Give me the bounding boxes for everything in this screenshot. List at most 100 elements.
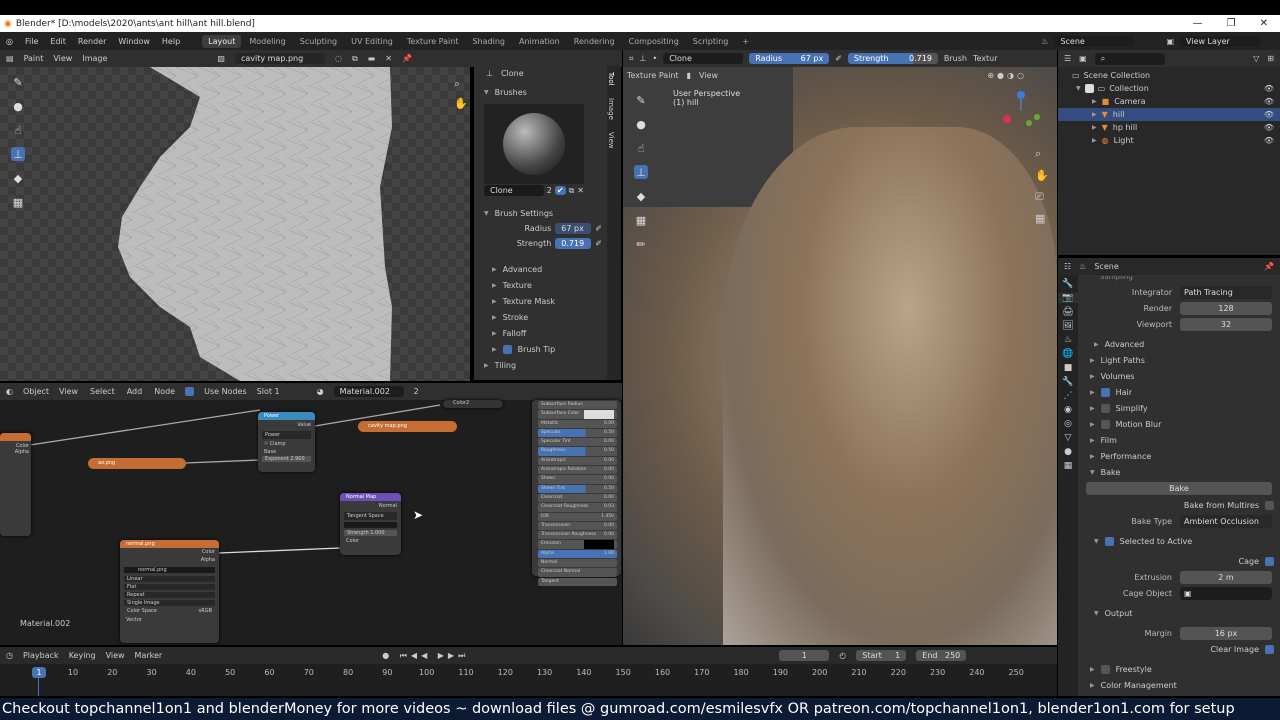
sampling-header[interactable]: Sampling <box>1080 276 1280 284</box>
smear-tool-icon[interactable]: ☝ <box>634 141 648 155</box>
socket-color[interactable]: Color <box>340 537 401 545</box>
space-dropdown[interactable]: Tangent Space <box>344 512 397 520</box>
bsdf-input-row[interactable]: Specular Tint 0.00 <box>538 438 617 447</box>
tool-name-field[interactable]: Clone <box>663 53 744 64</box>
bsdf-input-value[interactable]: 0.03 <box>604 503 614 511</box>
close-button[interactable]: ✕ <box>1260 18 1268 29</box>
bsdf-input-row[interactable]: Clearcoat 0.00 <box>538 493 617 503</box>
node-menu-add[interactable]: Add <box>127 387 143 396</box>
eye-icon[interactable]: 👁 <box>1264 136 1280 145</box>
end-frame-field[interactable]: End 250 <box>916 650 967 661</box>
bsdf-input-row[interactable]: Specular 0.50 <box>538 428 617 438</box>
bsdf-input-value[interactable]: 1.450 <box>601 513 614 521</box>
brush-tip-checkbox[interactable] <box>502 344 512 354</box>
bsdf-input-row[interactable]: Clearcoat Normal <box>538 568 617 577</box>
brush-tip-subpanel[interactable]: ▶ Brush Tip <box>474 341 608 357</box>
properties-tab-icon[interactable]: ▽ <box>1065 433 1072 443</box>
shading-buttons[interactable]: ⊕●◑○ <box>987 71 1057 80</box>
outliner-item-camera[interactable]: ▶ ■ Camera 👁 <box>1058 95 1280 108</box>
bsdf-input-row[interactable]: Subsurface Radius <box>538 401 617 410</box>
clone-tool-icon[interactable]: ⊥ <box>11 147 25 161</box>
viewport-samples-field[interactable]: 32 <box>1180 317 1272 331</box>
bsdf-input-value[interactable] <box>584 540 614 549</box>
sidebar-tab-image[interactable]: Image <box>607 98 615 120</box>
projection-dropdown[interactable]: Flat <box>124 584 215 590</box>
properties-tab-icon[interactable]: ♨ <box>1064 335 1072 345</box>
image-browse-icon[interactable]: ▧ <box>217 54 225 63</box>
outliner-item-hp-hill[interactable]: ▶ ▼ hp hill 👁 <box>1058 121 1280 134</box>
bsdf-input-row[interactable]: Emission <box>538 540 617 549</box>
scene-collection-item[interactable]: Scene Collection <box>1084 71 1151 80</box>
operation-dropdown[interactable]: Power <box>262 431 311 439</box>
use-nodes-label[interactable]: Use Nodes <box>204 387 247 396</box>
workspace-tab-compositing[interactable]: Compositing <box>623 35 685 48</box>
view-menu[interactable]: View <box>106 651 125 660</box>
brush-name-field[interactable]: Clone <box>484 185 544 196</box>
workspace-tab-scripting[interactable]: Scripting <box>687 35 735 48</box>
bsdf-input-row[interactable]: Transmission 0.00 <box>538 521 617 531</box>
workspace-tab-uv-editing[interactable]: UV Editing <box>345 35 399 48</box>
minimize-button[interactable]: — <box>1193 18 1203 29</box>
bsdf-input-value[interactable]: 0.50 <box>604 485 614 493</box>
workspace-tab-rendering[interactable]: Rendering <box>568 35 621 48</box>
bsdf-input-row[interactable]: Normal <box>538 559 617 568</box>
outliner-search-input[interactable]: ⌕ <box>1094 52 1165 65</box>
image-name-field[interactable]: cavity map.png <box>234 53 325 64</box>
bsdf-input-value[interactable]: 0.00 <box>604 494 614 502</box>
bsdf-input-row[interactable]: Clearcoat Roughness 0.03 <box>538 503 617 512</box>
slot-dropdown[interactable]: Slot 1 <box>257 387 307 396</box>
cage-object-field[interactable]: ▣ <box>1180 586 1272 600</box>
collection-checkbox[interactable] <box>1084 84 1094 93</box>
use-nodes-checkbox[interactable] <box>185 387 195 396</box>
socket-value[interactable]: Value <box>258 420 315 430</box>
freestyle-panel-header[interactable]: ▶ Freestyle <box>1080 661 1280 677</box>
source-dropdown[interactable]: Single Image <box>124 600 215 606</box>
annotate-tool-icon[interactable]: ✏ <box>634 237 648 251</box>
sidebar-tab-tool[interactable]: Tool <box>607 72 615 86</box>
camera-view-icon[interactable]: ⎚ <box>1035 190 1049 204</box>
subpanel-stroke[interactable]: ▶ Stroke <box>474 309 608 325</box>
display-mode-icon[interactable]: ☰ <box>1064 54 1071 63</box>
workspace-tab-animation[interactable]: Animation <box>513 35 566 48</box>
menu-file[interactable]: File <box>25 37 38 46</box>
clone-tool-icon[interactable]: ⊥ <box>634 165 648 179</box>
editor-type-icon[interactable]: ▤ <box>6 54 14 63</box>
mask-tool-icon[interactable]: ▦ <box>634 213 648 227</box>
eye-icon[interactable]: 👁 <box>1264 84 1280 93</box>
bsdf-input-value[interactable]: 0.50 <box>604 447 614 455</box>
workspace-tab-shading[interactable]: Shading <box>466 35 511 48</box>
panel-hair[interactable]: ▶ Hair <box>1080 384 1280 400</box>
view-menu[interactable]: View <box>699 71 718 80</box>
duplicate-brush-icon[interactable]: ⧉ <box>569 186 575 196</box>
bsdf-input-row[interactable]: Roughness 0.50 <box>538 447 617 456</box>
properties-tab-icon[interactable]: 🔧 <box>1062 377 1073 387</box>
properties-tab-icon[interactable]: ■ <box>1064 363 1073 373</box>
workspace-tab-texture-paint[interactable]: Texture Paint <box>401 35 465 48</box>
sidebar-tab-view[interactable]: View <box>607 132 615 149</box>
cage-checkbox[interactable] <box>1265 556 1274 566</box>
editor-type-icon[interactable]: ⌗ <box>629 54 634 64</box>
unlink-brush-icon[interactable]: ✕ <box>577 186 584 195</box>
ortho-grid-icon[interactable]: ▦ <box>1035 212 1049 225</box>
cavity-map-node[interactable]: cavity map.png <box>358 421 457 432</box>
outliner-item-hill[interactable]: ▶ ▼ hill 👁 <box>1058 108 1280 121</box>
draw-tool-icon[interactable]: ✎ <box>634 93 648 107</box>
menu-render[interactable]: Render <box>78 37 106 46</box>
playhead[interactable]: 1 <box>32 667 46 678</box>
object-dropdown[interactable]: Object <box>23 387 49 396</box>
bsdf-input-value[interactable] <box>584 410 614 419</box>
subpanel-texture-mask[interactable]: ▶ Texture Mask <box>474 293 608 309</box>
socket-vector[interactable]: Vector <box>120 616 219 624</box>
socket-normal[interactable]: Normal <box>340 501 401 511</box>
draw-tool-icon[interactable]: ✎ <box>11 75 25 89</box>
workspace-tab--[interactable]: + <box>736 35 755 48</box>
workspace-tab-layout[interactable]: Layout <box>202 34 242 48</box>
bsdf-input-row[interactable]: IOR 1.450 <box>538 512 617 521</box>
uv-map-field[interactable] <box>344 522 397 528</box>
interpolation-dropdown[interactable]: Linear <box>124 576 215 582</box>
image-editor-canvas[interactable]: ✎ ● ☝ ⊥ ◆ ▦ ⌕ ✋ <box>0 67 470 381</box>
smear-tool-icon[interactable]: ☝ <box>11 123 25 137</box>
open-image-icon[interactable]: ▬ <box>368 54 376 63</box>
node-menu-node[interactable]: Node <box>154 387 175 396</box>
stopwatch-icon[interactable]: ◴ <box>839 651 846 660</box>
